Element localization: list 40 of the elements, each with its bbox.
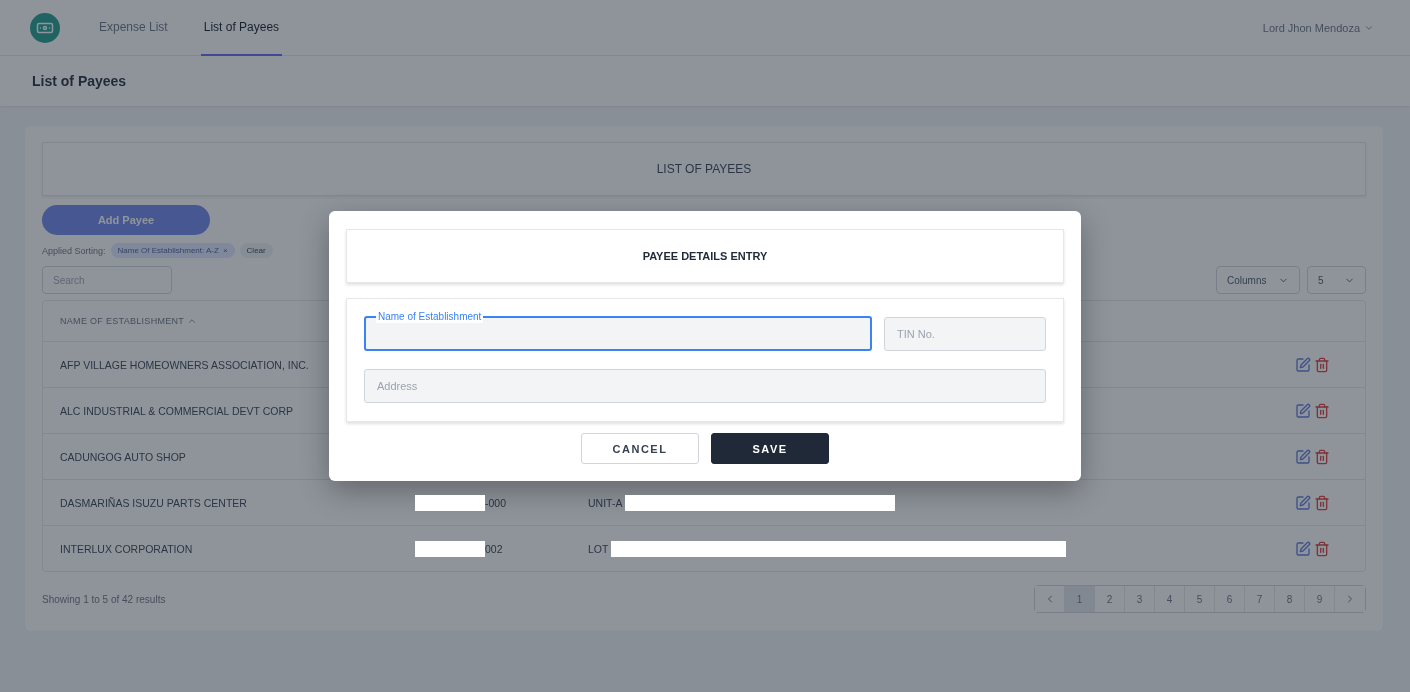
table-cell: LOT: [588, 542, 609, 555]
table-cell: 002: [485, 542, 503, 555]
results-summary: Showing 1 to 5 of 42 results: [42, 593, 166, 605]
column-header[interactable]: NAME OF ESTABLISHMENT: [60, 316, 198, 326]
page-size-dropdown[interactable]: 5: [1307, 266, 1366, 294]
user-menu[interactable]: Lord Jhon Mendoza: [1256, 20, 1380, 35]
input-field[interactable]: Address: [364, 369, 1046, 403]
chevron-up-icon: [187, 316, 198, 326]
edit-icon[interactable]: [1295, 448, 1311, 465]
table-cell-text: DASMARIÑAS ISUZU PARTS CENTER: [60, 496, 248, 509]
table-cell-text: INTERLUX CORPORATION: [60, 542, 194, 555]
dialog-title: PAYEE DETAILS ENTRY: [642, 250, 768, 262]
panel-title: LIST OF PAYEES: [656, 162, 752, 176]
trash-icon[interactable]: [1314, 448, 1330, 465]
trash-icon[interactable]: [1314, 540, 1330, 557]
edit-icon[interactable]: [1295, 402, 1311, 419]
logo-icon: [30, 12, 60, 43]
edit-icon[interactable]: [1295, 540, 1311, 557]
table-cell-text: CADUNGOG AUTO SHOP: [60, 450, 187, 463]
edit-icon[interactable]: [1295, 494, 1311, 511]
table-cell-text: AFP VILLAGE HOMEOWNERS ASSOCIATION, INC.: [60, 358, 310, 371]
trash-icon[interactable]: [1314, 494, 1330, 511]
trash-icon[interactable]: [1314, 402, 1330, 419]
input-field[interactable]: TIN No.: [884, 317, 1046, 351]
trash-icon[interactable]: [1314, 356, 1330, 373]
sorting-label: Applied Sorting:: [42, 245, 106, 256]
cancel-button[interactable]: CANCEL: [581, 433, 699, 464]
save-button[interactable]: SAVE: [711, 433, 829, 464]
page-button[interactable]: 1: [1065, 586, 1095, 612]
table-cell: UNIT-A: [588, 496, 623, 509]
table-cell-text: ALC INDUSTRIAL & COMMERCIAL DEVT CORP: [60, 404, 294, 417]
nav-tab[interactable]: Expense List: [96, 0, 171, 56]
sort-chip[interactable]: Name Of Establishment: A-Z ×: [110, 243, 235, 258]
edit-icon[interactable]: [1295, 356, 1311, 373]
page-title: List of Payees: [32, 73, 127, 89]
table-cell: -000: [485, 496, 506, 509]
add-payee-button[interactable]: Add Payee: [42, 205, 210, 235]
columns-dropdown[interactable]: Columns: [1216, 266, 1300, 294]
input-field[interactable]: Name of Establishment: [364, 311, 872, 351]
clear-button[interactable]: Clear: [239, 243, 273, 258]
